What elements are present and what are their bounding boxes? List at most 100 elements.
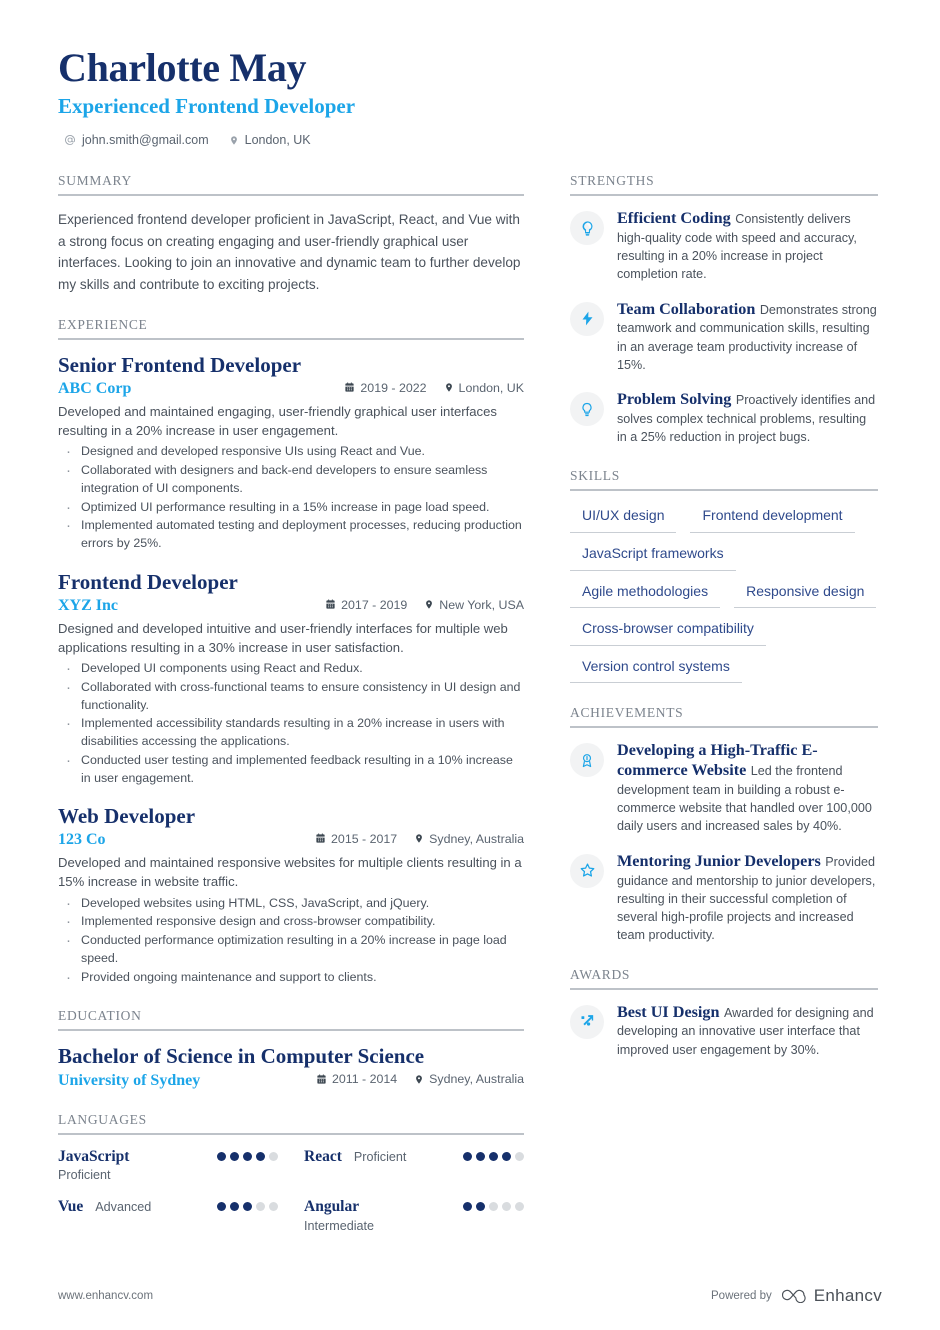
contact-email[interactable]: john.smith@gmail.com: [64, 133, 209, 147]
experience-bullet-list: Designed and developed responsive UIs us…: [58, 442, 524, 552]
calendar-icon: [316, 1073, 327, 1085]
right-column: STRENGTHS Efficient Coding Consistently …: [570, 173, 878, 1257]
section-title-education: EDUCATION: [58, 1008, 524, 1032]
calendar-icon: [315, 833, 326, 844]
map-pin-icon: [414, 1073, 424, 1086]
strength-item: Team Collaboration Demonstrates strong t…: [570, 300, 878, 375]
candidate-name: Charlotte May: [58, 45, 307, 90]
experience-entry: Frontend Developer XYZ Inc 2017 - 2019 N…: [58, 570, 524, 787]
rating-dot: [217, 1202, 226, 1212]
strength-body: Team Collaboration Demonstrates strong t…: [617, 300, 878, 375]
experience-list: Senior Frontend Developer ABC Corp 2019 …: [58, 353, 524, 987]
experience-dates: 2019 - 2022: [344, 380, 427, 395]
map-pin-icon: [229, 134, 239, 147]
education-meta: 2011 - 2014 Sydney, Australia: [316, 1072, 524, 1086]
experience-dates-text: 2019 - 2022: [360, 380, 427, 395]
skills-list: UI/UX design Frontend development JavaScri…: [570, 504, 878, 684]
language-level: Proficient: [353, 1149, 407, 1164]
calendar-icon: [344, 382, 355, 393]
resume-header: Charlotte May Experienced Frontend Devel…: [58, 45, 882, 148]
rating-dot: [502, 1202, 511, 1212]
language-item: React Proficient: [304, 1148, 524, 1185]
skill-tag[interactable]: Responsive design: [734, 580, 877, 609]
section-title-languages: LANGUAGES: [58, 1112, 524, 1135]
rating-dot: [476, 1151, 485, 1161]
strength-icon-circle: [570, 301, 604, 336]
contact-row: john.smith@gmail.com London, UK: [58, 133, 882, 147]
map-pin-icon: [424, 598, 434, 611]
language-name: React: [304, 1147, 342, 1165]
experience-entry: Senior Frontend Developer ABC Corp 2019 …: [58, 353, 524, 553]
education-degree: Bachelor of Science in Computer Science: [58, 1044, 425, 1069]
experience-location: New York, USA: [424, 598, 524, 612]
language-level: Intermediate: [304, 1218, 375, 1233]
education-list: Bachelor of Science in Computer Science …: [58, 1044, 524, 1089]
summary-text: Experienced frontend developer proficien…: [58, 212, 521, 292]
contact-email-text: john.smith@gmail.com: [82, 133, 209, 148]
experience-bullet: Implemented accessibility standards resu…: [58, 714, 524, 750]
skill-tag[interactable]: Frontend development: [690, 504, 855, 534]
section-title-strengths: STRENGTHS: [570, 173, 878, 197]
experience-meta: 2015 - 2017 Sydney, Australia: [315, 832, 524, 846]
award-item: Best UI Design Awarded for designing and…: [570, 1003, 878, 1059]
rating-dot: [217, 1151, 226, 1161]
language-item: Vue Advanced: [58, 1198, 278, 1235]
experience-job-title: Senior Frontend Developer: [58, 353, 302, 378]
rating-dot: [489, 1151, 498, 1161]
experience-dates-text: 2015 - 2017: [331, 831, 398, 846]
strength-title: Efficient Coding: [617, 209, 731, 228]
education-entry: Bachelor of Science in Computer Science …: [58, 1044, 524, 1089]
rating-dot: [463, 1202, 472, 1212]
experience-location-text: Sydney, Australia: [429, 831, 524, 846]
section-title-skills: SKILLS: [570, 468, 878, 492]
experience-bullet: Conducted performance optimization resul…: [58, 931, 524, 967]
strength-body: Efficient Coding Consistently delivers h…: [617, 209, 878, 284]
skill-tag[interactable]: Version control systems: [570, 655, 742, 684]
experience-meta: 2017 - 2019 New York, USA: [325, 598, 524, 612]
experience-location-text: London, UK: [458, 380, 524, 395]
section-languages: LANGUAGES JavaScript Proficient React Pr…: [58, 1112, 524, 1235]
language-name: JavaScript: [58, 1147, 130, 1165]
experience-description: Developed and maintained responsive webs…: [58, 855, 522, 890]
enhancv-wordmark: Enhancv: [813, 1286, 882, 1305]
skill-tag[interactable]: JavaScript frameworks: [570, 542, 736, 571]
achievement-item: Mentoring Junior Developers Provided gui…: [570, 852, 878, 945]
rating-dot: [243, 1202, 252, 1212]
experience-dates: 2015 - 2017: [315, 832, 397, 846]
language-name: Vue: [58, 1198, 84, 1216]
language-rating: [217, 1148, 278, 1161]
contact-location-text: London, UK: [244, 133, 311, 148]
award-title: Best UI Design: [617, 1002, 720, 1021]
footer-website[interactable]: www.enhancv.com: [58, 1290, 153, 1302]
left-column: SUMMARY Experienced frontend developer p…: [58, 173, 524, 1257]
strengths-list: Efficient Coding Consistently delivers h…: [570, 209, 878, 446]
resume-page: Charlotte May Experienced Frontend Devel…: [0, 0, 940, 1330]
skill-tag[interactable]: UI/UX design: [570, 504, 677, 534]
section-achievements: ACHIEVEMENTS Developing a High-Traffic E…: [570, 705, 878, 944]
education-dates-text: 2011 - 2014: [331, 1072, 398, 1086]
skill-tag[interactable]: Cross-browser compatibility: [570, 617, 766, 646]
languages-list: JavaScript Proficient React Proficient V…: [58, 1148, 524, 1235]
experience-bullet: Conducted user testing and implemented f…: [58, 751, 524, 787]
achievement-body: Mentoring Junior Developers Provided gui…: [617, 852, 878, 945]
powered-by-label: Powered by: [711, 1290, 772, 1302]
experience-job-title: Web Developer: [58, 804, 196, 829]
enhancv-logo: Enhancv: [781, 1286, 882, 1306]
experience-dates-text: 2017 - 2019: [341, 597, 408, 612]
section-title-experience: EXPERIENCE: [58, 317, 524, 341]
experience-location: Sydney, Australia: [414, 832, 524, 846]
section-skills: SKILLS UI/UX design Frontend development J…: [570, 468, 878, 684]
skill-tag[interactable]: Agile methodologies: [570, 580, 721, 609]
experience-bullet: Collaborated with designers and back-end…: [58, 461, 524, 497]
language-label-wrap: Angular Intermediate: [304, 1198, 455, 1235]
achievement-icon-circle: [570, 743, 604, 778]
section-strengths: STRENGTHS Efficient Coding Consistently …: [570, 173, 878, 446]
at-icon: [64, 134, 76, 146]
experience-entry: Web Developer 123 Co 2015 - 2017 Sydney,…: [58, 804, 524, 987]
experience-bullet: Developed websites using HTML, CSS, Java…: [58, 894, 524, 914]
language-level: Proficient: [58, 1168, 111, 1183]
language-rating: [463, 1198, 524, 1212]
rating-dot: [230, 1202, 239, 1212]
section-title-achievements: ACHIEVEMENTS: [570, 705, 878, 729]
award-body: Best UI Design Awarded for designing and…: [617, 1003, 878, 1059]
